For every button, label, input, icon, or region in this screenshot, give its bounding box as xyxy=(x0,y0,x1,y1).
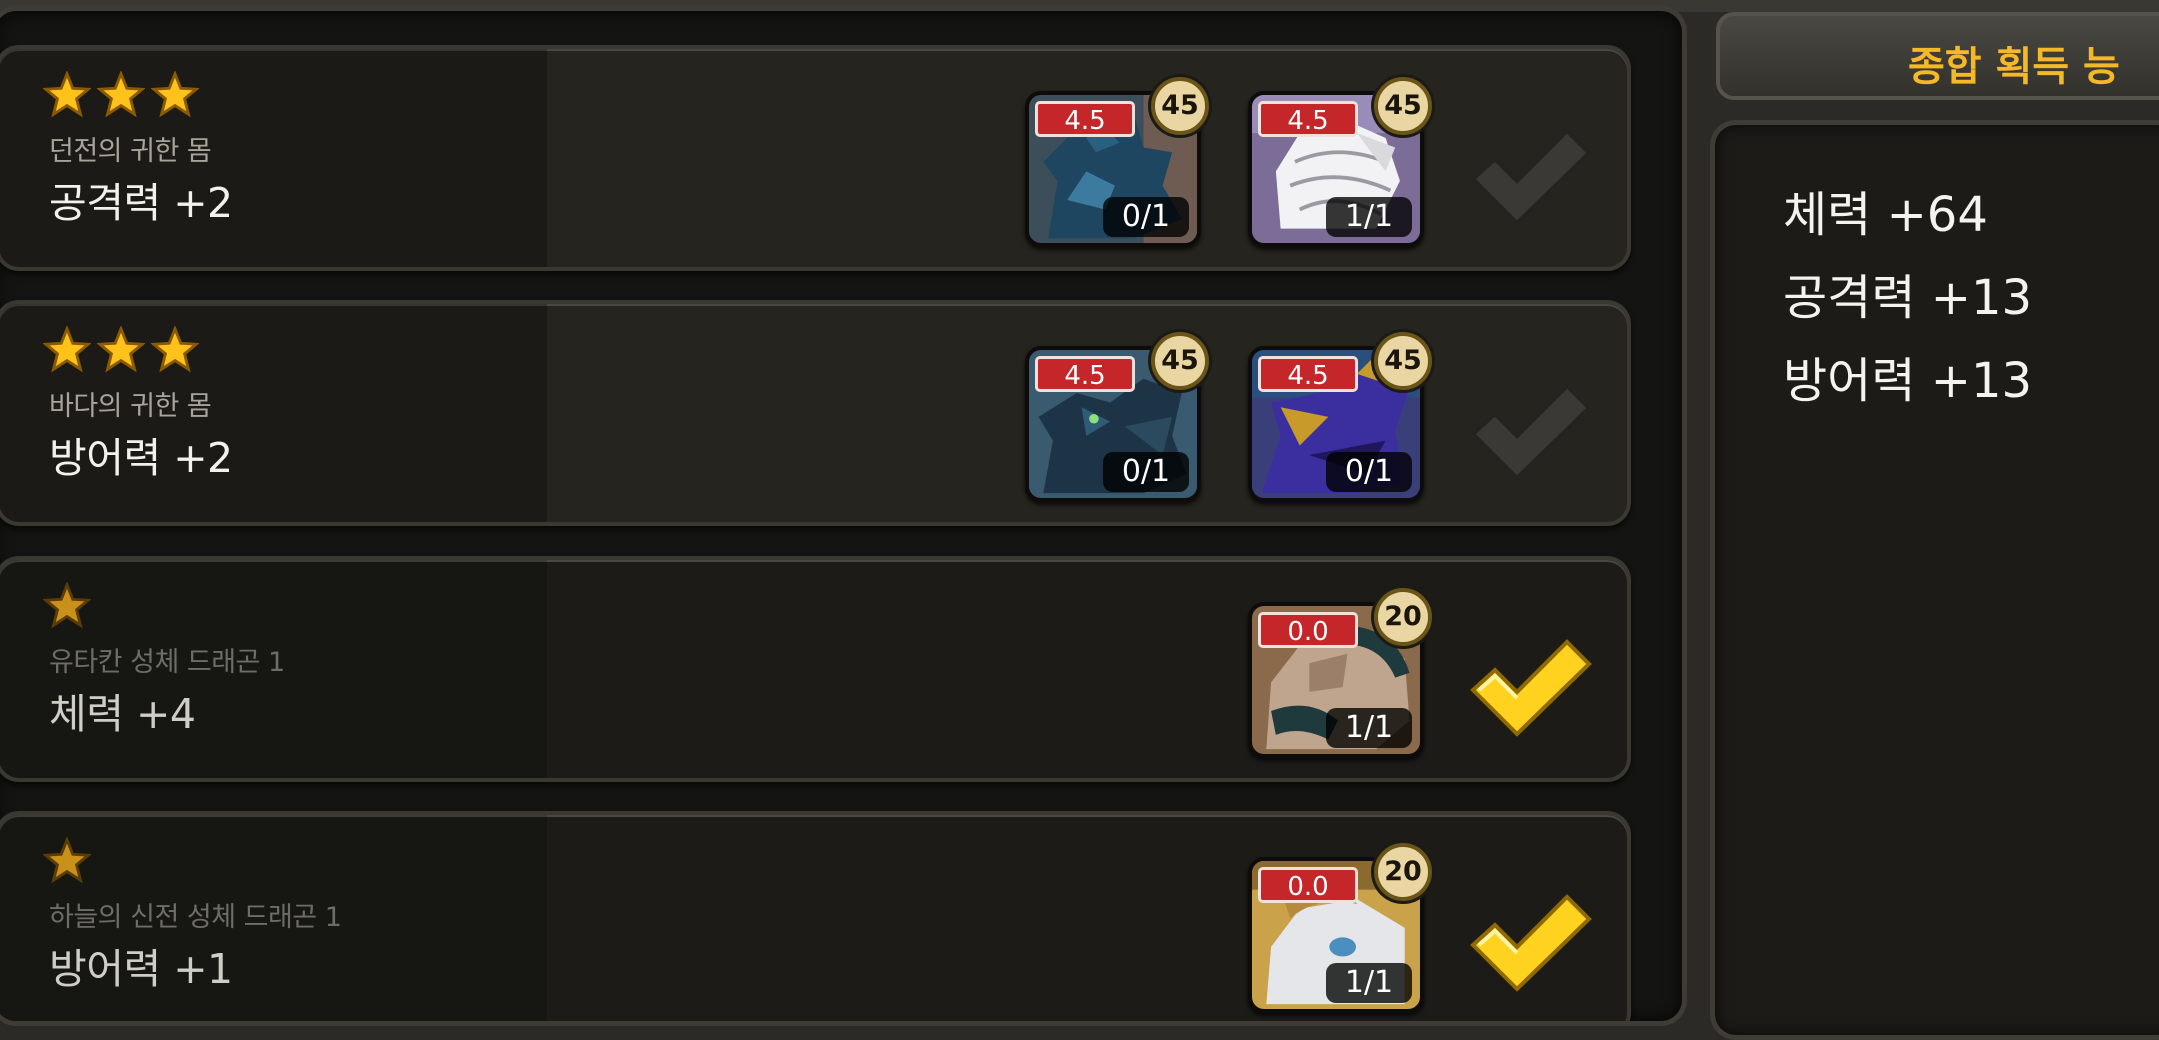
summary-stat-defense: 방어력 +13 xyxy=(1783,353,2033,409)
star-rating xyxy=(43,71,199,119)
checkmark-icon xyxy=(1470,894,1592,992)
level-badge: 45 xyxy=(1151,332,1209,390)
summary-header: 종합 획득 능 xyxy=(1716,12,2159,100)
owned-count: 1/1 xyxy=(1326,963,1412,1003)
star-icon xyxy=(97,326,145,373)
summary-title: 종합 획득 능 xyxy=(1908,44,2120,90)
summary-panel: 체력 +64 공격력 +13 방어력 +13 xyxy=(1710,120,2159,1040)
collection-bonus: 방어력 +2 xyxy=(49,434,233,482)
collection-bonus: 방어력 +1 xyxy=(49,945,233,993)
summary-stat-hp: 체력 +64 xyxy=(1783,187,1988,243)
collection-row[interactable]: 유타칸 성체 드래곤 1 체력 +4 0.0 1/1 20 xyxy=(0,556,1631,782)
owned-count: 0/1 xyxy=(1326,452,1412,492)
checkmark-icon xyxy=(1470,383,1592,481)
level-badge: 45 xyxy=(1151,77,1209,135)
owned-count: 0/1 xyxy=(1103,197,1189,237)
grade-badge: 4.5 xyxy=(1035,356,1135,392)
level-badge: 20 xyxy=(1374,843,1432,901)
star-icon xyxy=(151,71,199,118)
level-badge: 45 xyxy=(1374,332,1432,390)
star-icon xyxy=(43,71,91,118)
level-badge: 45 xyxy=(1374,77,1432,135)
star-icon xyxy=(97,71,145,118)
collection-name: 유타칸 성체 드래곤 1 xyxy=(49,647,285,678)
star-icon xyxy=(43,582,91,629)
collection-row[interactable]: 던전의 귀한 몸 공격력 +2 4.5 0/1 45 4.5 1/1 45 xyxy=(0,45,1631,271)
collection-row[interactable]: 바다의 귀한 몸 방어력 +2 4.5 0/1 45 4.5 0/1 45 xyxy=(0,300,1631,526)
owned-count: 1/1 xyxy=(1326,708,1412,748)
grade-badge: 4.5 xyxy=(1035,101,1135,137)
grade-badge: 0.0 xyxy=(1258,612,1358,648)
collection-bonus: 공격력 +2 xyxy=(49,179,233,227)
star-rating xyxy=(43,837,91,885)
collection-name: 던전의 귀한 몸 xyxy=(49,136,212,167)
collection-row[interactable]: 하늘의 신전 성체 드래곤 1 방어력 +1 0.0 1/1 20 xyxy=(0,811,1631,1021)
collection-list[interactable]: 던전의 귀한 몸 공격력 +2 4.5 0/1 45 4.5 1/1 45 바다… xyxy=(0,6,1687,1026)
star-icon xyxy=(43,326,91,373)
star-icon xyxy=(43,837,91,884)
checkmark-icon xyxy=(1470,639,1592,737)
grade-badge: 0.0 xyxy=(1258,867,1358,903)
collection-name: 바다의 귀한 몸 xyxy=(49,391,212,422)
level-badge: 20 xyxy=(1374,588,1432,646)
grade-badge: 4.5 xyxy=(1258,101,1358,137)
owned-count: 1/1 xyxy=(1326,197,1412,237)
grade-badge: 4.5 xyxy=(1258,356,1358,392)
owned-count: 0/1 xyxy=(1103,452,1189,492)
star-icon xyxy=(151,326,199,373)
collection-name: 하늘의 신전 성체 드래곤 1 xyxy=(49,902,342,933)
summary-stat-attack: 공격력 +13 xyxy=(1783,270,2033,326)
collection-bonus: 체력 +4 xyxy=(49,690,196,738)
checkmark-icon xyxy=(1470,128,1592,226)
star-rating xyxy=(43,326,199,374)
star-rating xyxy=(43,582,91,630)
